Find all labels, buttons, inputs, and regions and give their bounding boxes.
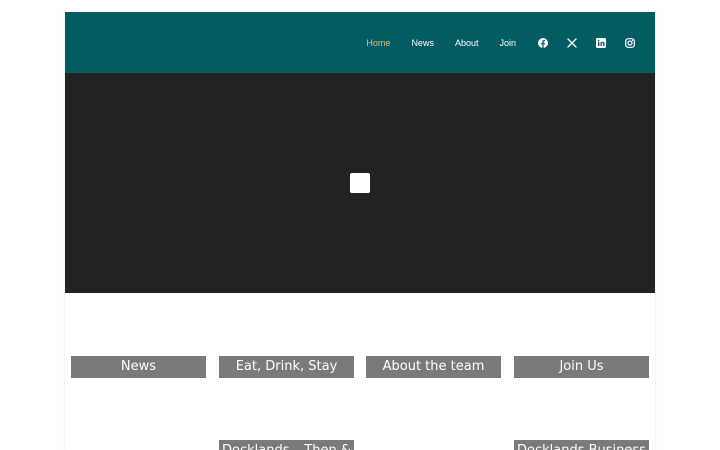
nav-home[interactable]: Home <box>366 38 390 48</box>
page-container: Home News About Join News Eat, Drink, St… <box>65 12 655 450</box>
tile-join-us[interactable]: Join Us <box>514 356 649 378</box>
nav-about[interactable]: About <box>455 38 479 48</box>
linkedin-icon[interactable] <box>596 37 606 48</box>
stop-icon[interactable] <box>350 173 370 193</box>
tile-eat-drink-stay[interactable]: Eat, Drink, Stay <box>219 356 354 378</box>
x-icon[interactable] <box>567 37 577 48</box>
tile-docklands-business[interactable]: Docklands Business <box>514 440 649 450</box>
nav-news[interactable]: News <box>411 38 434 48</box>
facebook-icon[interactable] <box>538 37 548 48</box>
tile-news[interactable]: News <box>71 356 206 378</box>
site-header: Home News About Join <box>65 12 655 73</box>
tile-docklands-then[interactable]: Docklands – Then & <box>219 440 354 450</box>
instagram-icon[interactable] <box>625 37 635 48</box>
nav-join[interactable]: Join <box>499 38 516 48</box>
main-nav: Home News About Join <box>366 12 655 73</box>
hero-video[interactable] <box>65 73 655 293</box>
tile-about-the-team[interactable]: About the team <box>366 356 501 378</box>
